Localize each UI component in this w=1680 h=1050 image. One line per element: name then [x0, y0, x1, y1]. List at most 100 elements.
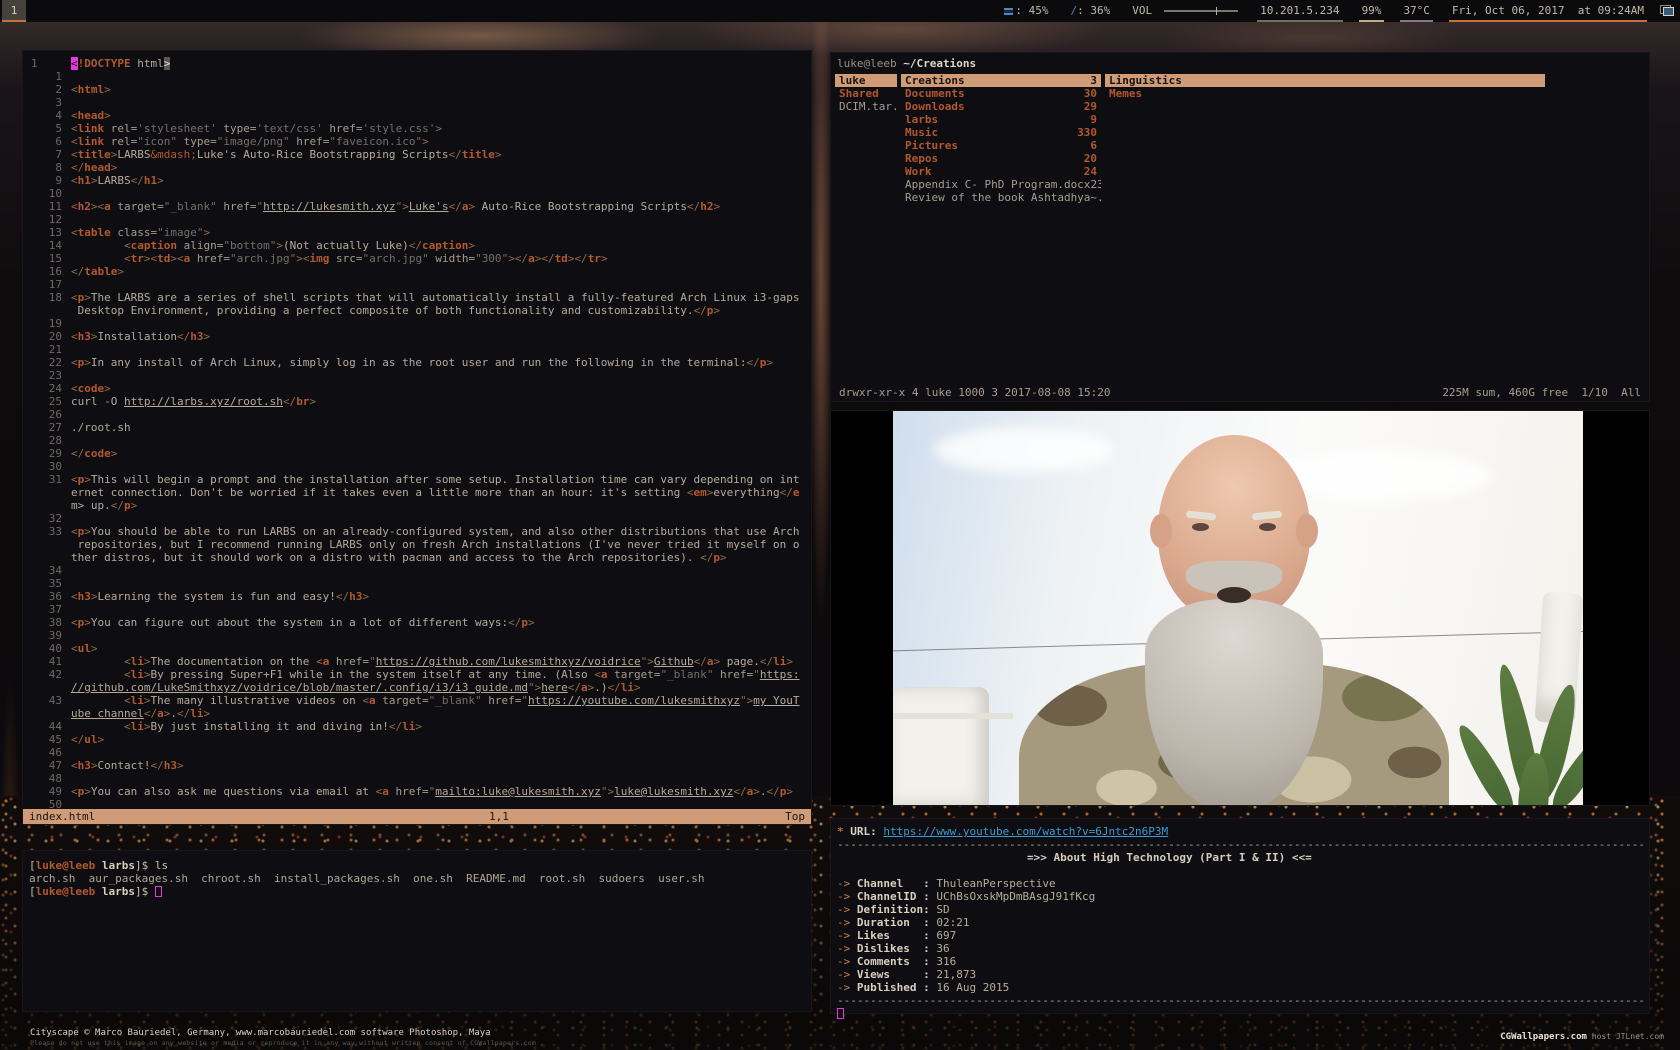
terminal-cursor-line[interactable]: [837, 1007, 1643, 1020]
vim-line: 25curl -O http://larbs.xyz/root.sh</br>: [23, 395, 811, 408]
mpv-window[interactable]: [830, 410, 1650, 806]
vim-line: 8</head>: [23, 161, 811, 174]
vim-line: 39: [23, 629, 811, 642]
vim-line: 1<!DOCTYPE html>: [23, 57, 811, 70]
memory-icon: [1004, 8, 1013, 15]
vim-line: 28: [23, 434, 811, 447]
ip-address: 10.201.5.234: [1260, 0, 1339, 22]
display-systray-icon[interactable]: [1660, 5, 1674, 17]
ranger-window[interactable]: luke@leeb ~/Creations lukeSharedDCIM.tar…: [830, 52, 1650, 402]
ranger-parent-column: lukeSharedDCIM.tar.gz: [835, 74, 897, 113]
memory-indicator: : 45%: [1004, 0, 1048, 22]
vim-buffer[interactable]: 1<!DOCTYPE html>12<html>34<head>5<link r…: [23, 57, 811, 808]
ranger-directory-entry[interactable]: Documents30: [901, 87, 1101, 100]
video-url-link[interactable]: https://www.youtube.com/watch?v=6Jntc2n6…: [883, 825, 1168, 838]
workspace-button[interactable]: 1: [2, 0, 26, 22]
video-metadata: -> Channel : ThuleanPerspective-> Channe…: [837, 877, 1643, 994]
status-bar: 1 : 45% /: 36% VOL 10.201.5.234 99% 37°C…: [0, 0, 1680, 22]
vim-line: 9<h1>LARBS</h1>: [23, 174, 811, 187]
volume-slider-handle[interactable]: [1216, 7, 1217, 15]
wallpaper-site-label: CGWallpapers.com host JTLnet.com: [1500, 1032, 1664, 1042]
fence-rail: [893, 713, 1013, 719]
vim-line: 43 <li>The many illustrative videos on <…: [23, 694, 811, 707]
vim-line: 24<code>: [23, 382, 811, 395]
cloud-shape: [1273, 450, 1493, 502]
ranger-directory-entry[interactable]: Memes: [1105, 87, 1545, 100]
vim-line: 46: [23, 746, 811, 759]
cloud-shape: [934, 427, 1114, 473]
vim-line: 13<table class="image">: [23, 226, 811, 239]
wallpaper-fineprint: Please do not use this image on any webs…: [30, 1038, 536, 1048]
video-metadata-row: -> Views : 21,873: [837, 968, 1643, 981]
speaker-beard: [1145, 599, 1323, 805]
vim-line: 37: [23, 603, 811, 616]
wallpaper-credit: Cityscape © Marco Bauriedel, Germany, ww…: [30, 1028, 536, 1048]
ranger-directory-entry[interactable]: Music330: [901, 126, 1101, 139]
shell-terminal-window[interactable]: [luke@leeb larbs]$ ls arch.sh aur_packag…: [22, 850, 812, 1012]
entry-size: 3: [1090, 74, 1097, 87]
vim-line: 23: [23, 369, 811, 382]
ranger-disk-info: 225M sum, 460G free 1/10 All: [1442, 386, 1641, 399]
vim-line: 10: [23, 187, 811, 200]
ranger-directory-entry[interactable]: Creations3: [901, 74, 1101, 87]
video-url-line: * URL: https://www.youtube.com/watch?v=6…: [837, 825, 1643, 838]
entry-size: 330: [1077, 126, 1097, 139]
ranger-file-entry[interactable]: Review of the book Ashtadhya~.mkv225 M: [901, 191, 1101, 204]
vim-line: 34: [23, 564, 811, 577]
entry-size: 20: [1084, 152, 1097, 165]
ranger-directory-entry[interactable]: larbs9: [901, 113, 1101, 126]
volume-label: VOL: [1132, 0, 1152, 22]
ranger-file-info: drwxr-xr-x 4 luke 1000 3 2017-08-08 15:2…: [839, 386, 1111, 399]
volume-indicator: VOL: [1132, 0, 1238, 22]
vim-line: 2<html>: [23, 83, 811, 96]
video-metadata-row: -> Dislikes : 36: [837, 942, 1643, 955]
white-fence: [893, 687, 989, 805]
terminal-cursor: [155, 886, 162, 897]
video-metadata-row: -> Published : 16 Aug 2015: [837, 981, 1643, 994]
shell-command: ls: [155, 859, 168, 872]
ranger-file-entry[interactable]: DCIM.tar.gz: [835, 100, 897, 113]
ranger-directory-entry[interactable]: Work24: [901, 165, 1101, 178]
vim-scroll-position: Top: [785, 809, 805, 824]
temperature-indicator: 37°C: [1403, 0, 1430, 22]
ranger-directory-entry[interactable]: Pictures6: [901, 139, 1101, 152]
vim-window[interactable]: 1<!DOCTYPE html>12<html>34<head>5<link r…: [22, 50, 812, 825]
vim-line: 15 <tr><td><a href="arch.jpg"><img src="…: [23, 252, 811, 265]
vim-line: 31<p>This will begin a prompt and the in…: [23, 473, 811, 486]
ranger-directory-entry[interactable]: Linguistics: [1105, 74, 1545, 87]
prompt-user: luke@leeb: [36, 859, 96, 872]
video-surface[interactable]: [893, 411, 1583, 805]
vim-line: 40<ul>: [23, 642, 811, 655]
vim-line: 14 <caption align="bottom">(Not actually…: [23, 239, 811, 252]
vim-line: 20<h3>Installation</h3>: [23, 330, 811, 343]
entry-size: 24: [1084, 165, 1097, 178]
ranger-directory-entry[interactable]: luke: [835, 74, 897, 87]
vim-line: 19: [23, 317, 811, 330]
ranger-main-column: Creations3Documents30Downloads29larbs9Mu…: [901, 74, 1101, 204]
video-metadata-row: -> Comments : 316: [837, 955, 1643, 968]
vim-line: 38<p>You can figure out about the system…: [23, 616, 811, 629]
vim-line: 7<title>LARBS&mdash;Luke's Auto-Rice Boo…: [23, 148, 811, 161]
vim-line: Desktop Environment, providing a perfect…: [23, 304, 811, 317]
prompt-user: luke@leeb: [36, 885, 96, 898]
vim-line: 5<link rel='stylesheet' type='text/css' …: [23, 122, 811, 135]
terminal-cursor: [837, 1008, 844, 1019]
entry-size: 9: [1090, 113, 1097, 126]
volume-slider[interactable]: [1164, 10, 1238, 12]
ranger-directory-entry[interactable]: Downloads29: [901, 100, 1101, 113]
ranger-title: luke@leeb ~/Creations: [837, 57, 976, 70]
ranger-path: ~/Creations: [903, 57, 976, 70]
entry-size: 29: [1084, 100, 1097, 113]
shell-prompt-line[interactable]: [luke@leeb larbs]$: [29, 885, 805, 898]
ranger-directory-entry[interactable]: Shared: [835, 87, 897, 100]
vim-line: 41 <li>The documentation on the <a href=…: [23, 655, 811, 668]
vim-line: 32: [23, 512, 811, 525]
bullet-icon: *: [837, 825, 844, 838]
vim-line: 35: [23, 577, 811, 590]
youtube-viewer-terminal[interactable]: * URL: https://www.youtube.com/watch?v=6…: [830, 818, 1650, 1014]
vim-line: 26: [23, 408, 811, 421]
prompt-directory: larbs: [95, 859, 135, 872]
video-metadata-row: -> Likes : 697: [837, 929, 1643, 942]
ranger-file-entry[interactable]: Appendix C- PhD Program.docx23.2 K: [901, 178, 1101, 191]
ranger-directory-entry[interactable]: Repos20: [901, 152, 1101, 165]
